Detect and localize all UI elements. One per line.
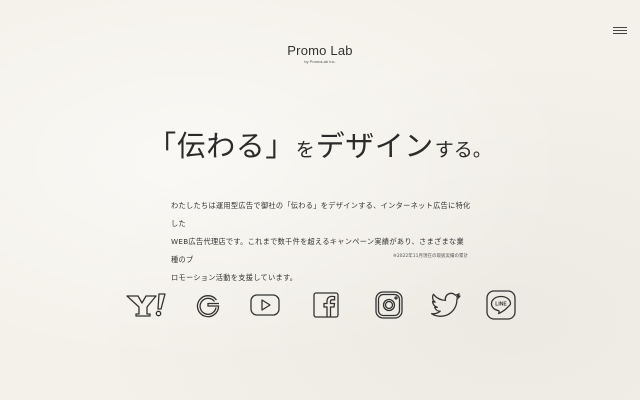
instagram-icon[interactable] (372, 288, 406, 322)
description-line: わたしたちは運用型広告で御社の「伝わる」をデザインする、インターネット広告に特化… (171, 201, 471, 228)
facebook-icon[interactable] (309, 288, 343, 322)
menu-line (613, 30, 627, 32)
logo[interactable]: Promo Lab by PromoLab Inc. (0, 44, 640, 65)
headline-particle: を (295, 139, 315, 161)
google-icon[interactable] (191, 288, 225, 322)
page-title: 「伝わる」をデザインする。 (0, 123, 640, 165)
headline-open-bracket: 「 (147, 129, 177, 163)
headline-close-bracket: 」 (265, 129, 295, 163)
logo-subtitle: by PromoLab Inc. (304, 59, 336, 64)
footnote: ※2022年11月現在の取扱実績の累計 (393, 254, 468, 259)
twitter-icon[interactable] (428, 288, 464, 322)
logo-name: Promo Lab (287, 43, 353, 58)
description: わたしたちは運用型広告で御社の「伝わる」をデザインする、インターネット広告に特化… (171, 197, 471, 287)
hamburger-menu-icon[interactable] (613, 26, 627, 36)
line-icon[interactable]: LINE (484, 288, 518, 322)
headline-main: 伝わる (176, 129, 266, 163)
youtube-icon[interactable] (248, 288, 282, 322)
description-line: ロモーション活動を支援しています。 (171, 273, 298, 282)
yahoo-icon[interactable] (126, 288, 166, 322)
headline-design: デザイン (315, 129, 434, 163)
menu-line (613, 27, 627, 29)
menu-line (613, 33, 627, 35)
description-line: WEB広告代理店です。これまで数千件を超えるキャンペーン実績があり、さまざまな業… (171, 237, 464, 264)
headline-suffix: する。 (434, 139, 492, 161)
line-icon-label: LINE (495, 302, 507, 308)
